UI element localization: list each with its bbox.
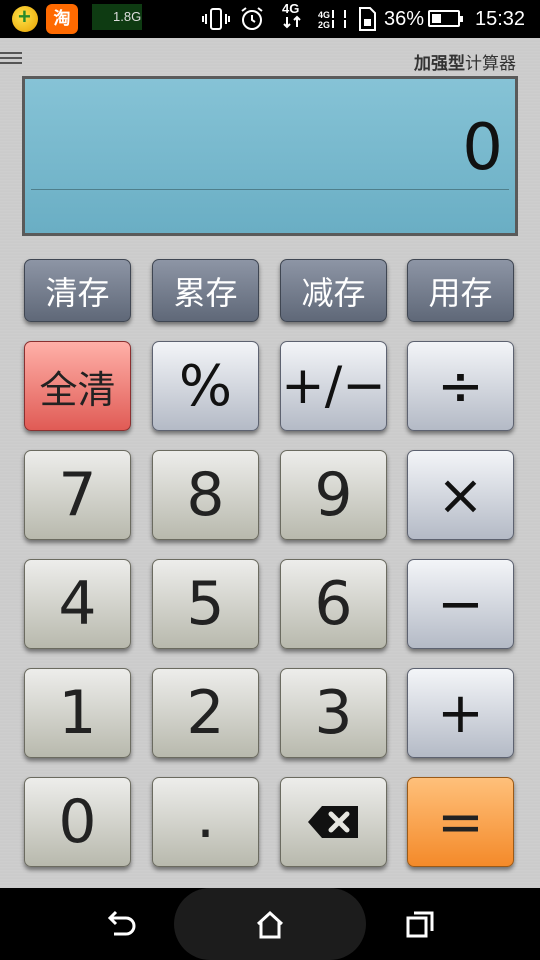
status-bar: 淘 1.8G 4G 4G 2G 36% 15:32	[0, 0, 540, 38]
display-divider	[31, 189, 509, 190]
digit-4-button[interactable]: 4	[24, 559, 131, 649]
sim-icon	[356, 5, 378, 39]
percent-button[interactable]: %	[152, 341, 259, 431]
add-button[interactable]: +	[407, 668, 514, 758]
home-icon[interactable]	[252, 908, 292, 942]
app-title-rest: 计算器	[465, 54, 516, 74]
app-title-bold: 加强型	[414, 54, 465, 74]
digit-2-button[interactable]: 2	[152, 668, 259, 758]
taobao-icon: 淘	[46, 4, 78, 34]
battery-icon	[428, 10, 463, 27]
digit-8-button[interactable]: 8	[152, 450, 259, 540]
calculator-app: 加强型计算器 0 清存 累存 减存 用存 全清 % +/− ÷ 7 8 9 × …	[0, 38, 540, 888]
calculator-display: 0	[22, 76, 518, 236]
multiply-button[interactable]: ×	[407, 450, 514, 540]
memory-add-button[interactable]: 累存	[152, 259, 259, 322]
memory-text: 1.8G	[113, 9, 142, 24]
memory-clear-button[interactable]: 清存	[24, 259, 131, 322]
backspace-icon	[307, 806, 358, 838]
recents-icon[interactable]	[402, 908, 442, 942]
digit-1-button[interactable]: 1	[24, 668, 131, 758]
digit-7-button[interactable]: 7	[24, 450, 131, 540]
vibrate-icon	[202, 5, 230, 39]
memory-subtract-button[interactable]: 减存	[280, 259, 387, 322]
navigation-bar	[0, 888, 540, 960]
signal-icon: 4G 2G	[318, 10, 347, 30]
digit-3-button[interactable]: 3	[280, 668, 387, 758]
digit-0-button[interactable]: 0	[24, 777, 131, 867]
digit-6-button[interactable]: 6	[280, 559, 387, 649]
app-title: 加强型计算器	[414, 49, 516, 74]
backspace-button[interactable]	[280, 777, 387, 867]
clock: 15:32	[475, 8, 526, 30]
alarm-icon	[238, 5, 266, 39]
display-value: 0	[462, 111, 503, 185]
digit-9-button[interactable]: 9	[280, 450, 387, 540]
equals-button[interactable]: =	[407, 777, 514, 867]
decimal-button[interactable]: .	[152, 777, 259, 867]
digit-5-button[interactable]: 5	[152, 559, 259, 649]
back-icon[interactable]	[102, 908, 142, 942]
4g-data-icon: 4G	[282, 2, 302, 31]
clear-all-button[interactable]: 全清	[24, 341, 131, 431]
divide-button[interactable]: ÷	[407, 341, 514, 431]
sign-toggle-button[interactable]: +/−	[280, 341, 387, 431]
memory-recall-button[interactable]: 用存	[407, 259, 514, 322]
menu-icon[interactable]	[0, 52, 22, 68]
battery-percent: 36%	[384, 8, 425, 30]
app-notification-icon	[12, 4, 38, 32]
subtract-button[interactable]: −	[407, 559, 514, 649]
